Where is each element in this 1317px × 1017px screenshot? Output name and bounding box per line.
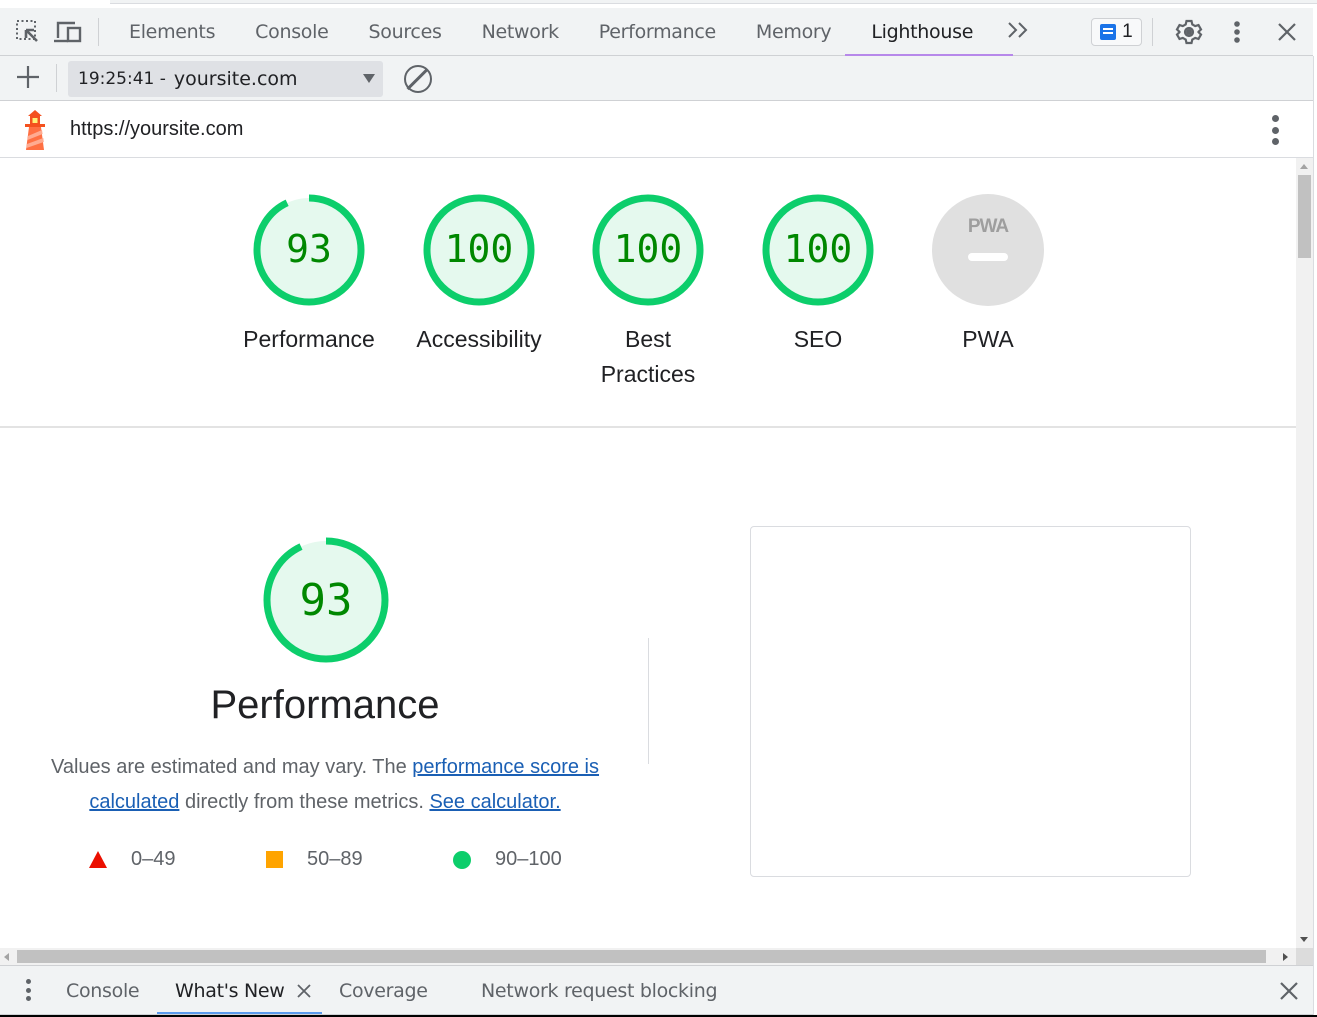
gauge-best-practices[interactable]: 100 Best Practices <box>568 192 728 392</box>
gauge-ring: 93 <box>263 537 389 663</box>
see-calculator-link[interactable]: See calculator. <box>429 791 560 813</box>
horizontal-scrollbar[interactable] <box>0 948 1296 965</box>
gauge-ring: 100 <box>762 194 874 306</box>
scroll-left-arrow-icon[interactable] <box>4 953 9 961</box>
active-tab-indicator <box>157 1012 322 1014</box>
clear-reports-icon[interactable] <box>404 65 432 93</box>
device-toolbar-icon[interactable] <box>48 8 88 56</box>
legend-pass: 90–100 <box>453 848 562 871</box>
toolbar-divider <box>98 17 99 46</box>
drawer-menu-kebab-icon[interactable] <box>24 979 32 1001</box>
legend-range: 0–49 <box>131 848 176 870</box>
vertical-divider <box>648 638 649 764</box>
report-site: yoursite.com <box>173 68 298 90</box>
category-gauges: 93 Performance 100 Accessibility 100 Bes… <box>0 158 1296 426</box>
settings-gear-icon[interactable] <box>1169 8 1209 56</box>
pwa-badge-icon: PWA <box>932 194 1044 306</box>
toolbar-divider <box>56 64 57 92</box>
green-circle-icon <box>453 850 471 869</box>
scroll-down-arrow-icon[interactable] <box>1300 937 1308 942</box>
gauge-accessibility[interactable]: 100 Accessibility <box>399 192 559 357</box>
issues-count: 1 <box>1122 20 1133 42</box>
report-url-bar: https://yoursite.com <box>0 101 1313 158</box>
report-content: 93 Performance 100 Accessibility 100 Bes… <box>0 158 1296 948</box>
report-menu-kebab-icon[interactable] <box>1271 115 1279 145</box>
gauge-label: Best Practices <box>600 326 696 387</box>
legend-fail: 0–49 <box>89 848 176 871</box>
svg-text:100: 100 <box>784 227 853 271</box>
customize-menu-kebab-icon[interactable] <box>1217 8 1257 56</box>
tab-lighthouse[interactable]: Lighthouse <box>845 8 1013 60</box>
inspect-element-icon[interactable] <box>8 8 48 56</box>
tab-memory[interactable]: Memory <box>736 8 851 56</box>
more-tabs-chevron-icon[interactable] <box>993 19 1043 45</box>
drawer-tab-console[interactable]: Console <box>66 966 140 1016</box>
tab-elements[interactable]: Elements <box>109 8 235 56</box>
svg-text:100: 100 <box>614 227 683 271</box>
scroll-right-arrow-icon[interactable] <box>1283 953 1288 961</box>
svg-text:100: 100 <box>445 227 514 271</box>
performance-description: Values are estimated and may vary. The p… <box>40 750 610 820</box>
close-tab-icon[interactable] <box>296 977 312 1005</box>
performance-main-gauge: 93 <box>262 536 390 669</box>
scrollbar-thumb[interactable] <box>1298 175 1311 258</box>
report-select-dropdown[interactable]: 19:25:41 - yoursite.com <box>68 61 383 97</box>
scrollbar-thumb[interactable] <box>17 950 1266 963</box>
gauge-ring: 100 <box>592 194 704 306</box>
drawer-tab-coverage[interactable]: Coverage <box>339 966 428 1016</box>
window-edge <box>1313 56 1317 1017</box>
tab-performance[interactable]: Performance <box>579 8 736 56</box>
tab-console[interactable]: Console <box>235 8 348 56</box>
dropdown-caret-icon <box>363 74 375 83</box>
gauge-seo[interactable]: 100 SEO <box>738 192 898 357</box>
section-divider <box>0 426 1296 428</box>
tab-sources[interactable]: Sources <box>349 8 462 56</box>
final-screenshot-frame <box>750 526 1191 877</box>
devtools-tabbar: Elements Console Sources Network Perform… <box>0 8 1313 60</box>
red-triangle-icon <box>89 851 107 868</box>
gauge-label: Performance <box>243 326 375 352</box>
legend-average: 50–89 <box>266 848 363 871</box>
scroll-up-arrow-icon[interactable] <box>1300 164 1308 169</box>
close-drawer-icon[interactable] <box>1279 975 1299 1008</box>
lighthouse-toolbar: 19:25:41 - yoursite.com <box>0 56 1313 101</box>
legend-range: 50–89 <box>307 848 363 870</box>
desc-text: Values are estimated and may vary. The <box>50 756 413 778</box>
gauge-label: Accessibility <box>416 326 542 352</box>
drawer-tabbar: Console What's New Coverage Network requ… <box>0 965 1313 1015</box>
issues-badge-button[interactable]: 1 <box>1091 17 1142 46</box>
message-icon <box>1100 23 1117 40</box>
scrollbar-corner <box>1296 948 1313 965</box>
drawer-tab-network-request-blocking[interactable]: Network request blocking <box>481 966 718 1016</box>
gauge-pwa[interactable]: PWA PWA <box>908 192 1068 357</box>
svg-text:93: 93 <box>286 227 332 271</box>
orange-square-icon <box>266 851 283 868</box>
vertical-scrollbar[interactable] <box>1296 158 1313 948</box>
tab-network[interactable]: Network <box>462 8 579 56</box>
gauge-label: SEO <box>793 326 843 352</box>
close-devtools-icon[interactable] <box>1267 8 1307 56</box>
gauge-ring: 93 <box>253 194 365 306</box>
performance-title: Performance <box>210 683 440 727</box>
drawer-tab-whats-new[interactable]: What's New <box>175 966 285 1016</box>
gauge-label: PWA <box>962 326 1014 352</box>
report-url: https://yoursite.com <box>70 118 244 140</box>
desc-text: directly from these metrics. <box>179 791 430 813</box>
new-report-plus-icon[interactable] <box>0 55 56 101</box>
legend-range: 90–100 <box>495 848 562 870</box>
toolbar-divider <box>1151 17 1153 46</box>
lighthouse-logo-icon <box>25 110 45 150</box>
svg-text:PWA: PWA <box>968 216 1010 237</box>
svg-text:93: 93 <box>300 575 353 626</box>
score-legend: 0–49 50–89 90–100 <box>0 848 650 878</box>
report-time: 19:25:41 - <box>78 69 166 89</box>
gauge-ring: 100 <box>423 194 535 306</box>
gauge-performance[interactable]: 93 Performance <box>229 192 389 357</box>
